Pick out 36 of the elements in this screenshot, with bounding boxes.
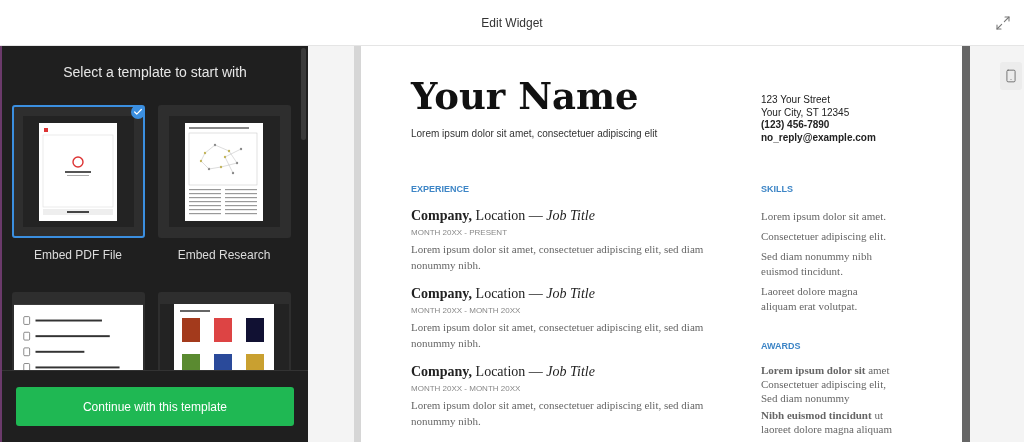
job-dates: MONTH 20XX - MONTH 20XX (411, 304, 522, 317)
skill-item: Sed diam nonummy nibh euismod tincidunt. (761, 248, 873, 279)
scrollbar-thumb[interactable] (301, 48, 306, 140)
skill-item: Consectetuer adipiscing elit. (761, 228, 887, 244)
contact-line: (123) 456-7890 (761, 119, 831, 132)
job-heading: Company, Location — Job Title (411, 284, 596, 303)
section-heading: SKILLS (761, 183, 794, 196)
phone-icon (1004, 69, 1018, 83)
job-description: Lorem ipsum dolor sit amet, consectetuer adipiscing elit, sed diam nonummy nibh. (411, 397, 705, 429)
resume-name: Your Name (411, 73, 640, 120)
skill-item: Laoreet dolore magna aliquam erat volutpat. (761, 283, 859, 314)
resume-tagline: Lorem ipsum dolor sit amet, consectetuer adipiscing elit (411, 127, 659, 141)
skill-item: Lorem ipsum dolor sit amet. (761, 208, 887, 224)
template-card[interactable] (157, 292, 291, 370)
job-description: Lorem ipsum dolor sit amet, consectetuer adipiscing elit, sed diam nonummy nibh. (411, 319, 705, 351)
job-heading: Company, Location — Job Title (411, 362, 596, 381)
job-dates: MONTH 20XX - MONTH 20XX (411, 382, 522, 395)
contact-line: Your City, ST 12345 (761, 106, 851, 119)
sidebar-heading: Select a template to start with (63, 63, 247, 82)
contact-line: 123 Your Street (761, 94, 831, 107)
template-label: Embed PDF File (34, 247, 122, 264)
template-label: Embed Research (177, 247, 271, 264)
checkmark-icon (130, 105, 145, 119)
job-heading: Company, Location — Job Title (411, 206, 596, 225)
continue-button[interactable]: Continue with this template (16, 387, 294, 426)
contact-line: no_reply@example.com (761, 131, 877, 144)
section-heading: EXPERIENCE (411, 183, 471, 196)
template-card[interactable] (11, 292, 145, 370)
template-card[interactable] (157, 105, 291, 238)
award-item: Nibh euismod tincidunt ut laoreet dolore magna aliquam (761, 408, 894, 436)
section-heading: AWARDS (761, 339, 802, 353)
template-card[interactable] (11, 105, 145, 238)
window-title: Edit Widget (481, 14, 543, 32)
job-description: Lorem ipsum dolor sit amet, consectetuer adipiscing elit, sed diam nonummy nibh. (411, 241, 705, 273)
expand-button[interactable] (994, 14, 1012, 32)
job-dates: MONTH 20XX - PRESENT (411, 226, 508, 239)
